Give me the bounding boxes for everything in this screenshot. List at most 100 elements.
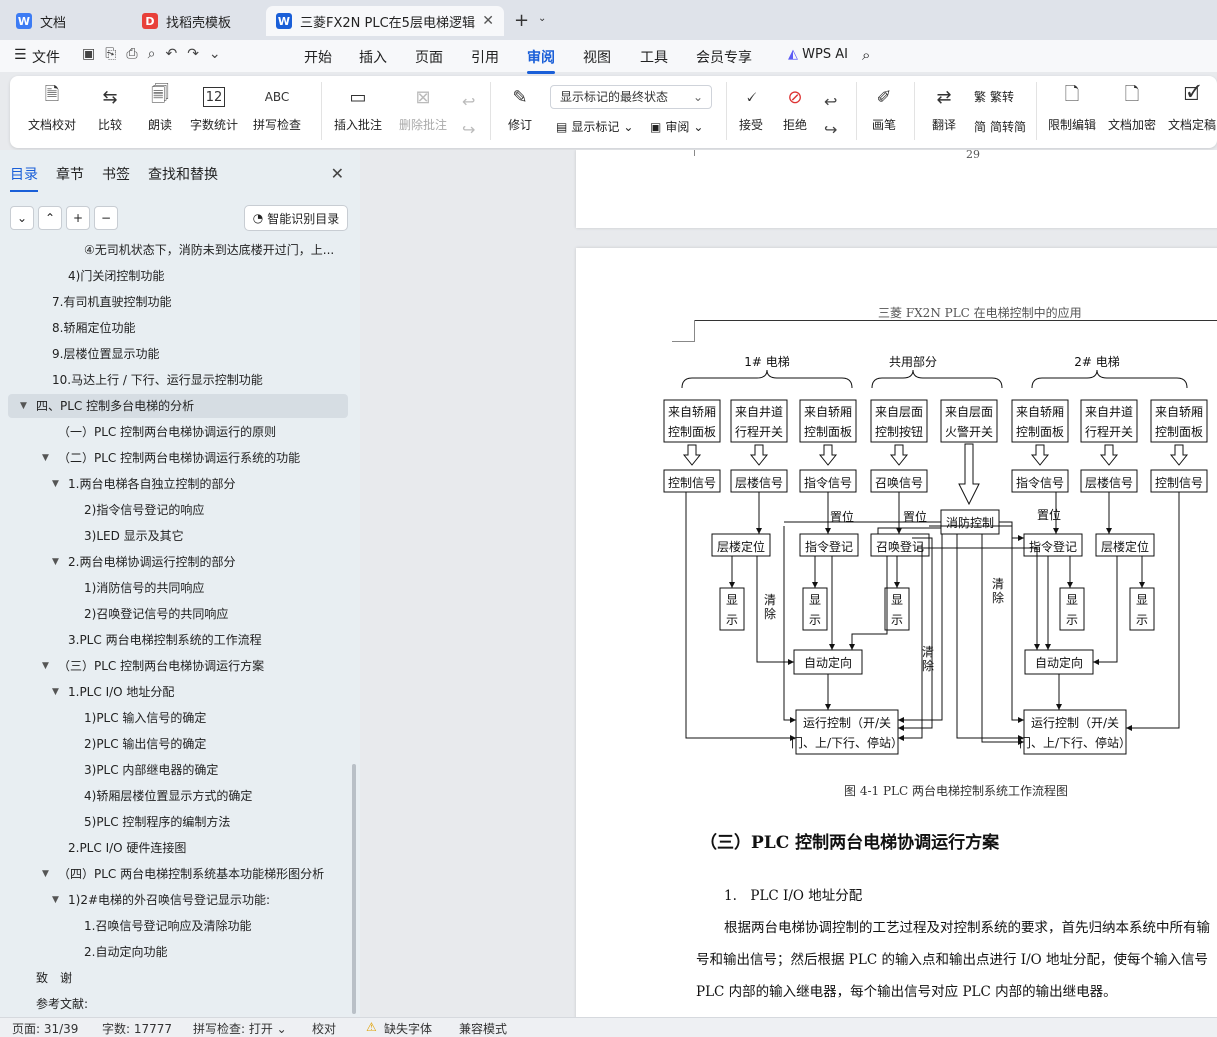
toc-item[interactable]: 10.马达上行 / 下行、运行显示控制功能 xyxy=(0,368,348,392)
menu-view[interactable]: 视图 xyxy=(583,47,611,67)
display-label: 显 xyxy=(891,593,903,607)
simp-convert-button[interactable]: 简简转简 xyxy=(974,118,1026,135)
toc-item[interactable]: 2.自动定向功能 xyxy=(0,940,348,964)
expand-triangle-icon[interactable]: ▼ xyxy=(52,550,59,574)
menu-page[interactable]: 页面 xyxy=(415,47,443,67)
wps-ai-button[interactable]: ◭ WPS AI xyxy=(788,47,848,62)
trad-convert-button[interactable]: 繁繁转 xyxy=(974,88,1014,105)
compat-mode-status[interactable]: 兼容模式 xyxy=(459,1020,507,1037)
word-count-button[interactable]: 12 字数统计 xyxy=(186,84,242,142)
new-tab-icon[interactable]: + xyxy=(514,10,529,31)
toc-item[interactable]: 1)PLC 输入信号的确定 xyxy=(0,706,348,730)
accept-button[interactable]: 🗸 接受 xyxy=(732,84,770,142)
insert-comment-button[interactable]: ▭ 插入批注 xyxy=(330,84,386,142)
toc-item[interactable]: 2)指令信号登记的响应 xyxy=(0,498,348,522)
spell-check-status[interactable]: 拼写检查: 打开 ⌄ xyxy=(193,1020,287,1037)
toc-item[interactable]: （一）PLC 控制两台电梯协调运行的原则 xyxy=(0,420,348,444)
toc-item[interactable]: 3.PLC 两台电梯控制系统的工作流程 xyxy=(0,628,348,652)
expand-triangle-icon[interactable]: ▼ xyxy=(42,446,49,470)
restrict-edit-button[interactable]: 🗋 限制编辑 xyxy=(1044,84,1100,142)
finalize-button[interactable]: 🗹 文档定稿 xyxy=(1164,84,1217,142)
toc-item[interactable]: 9.层楼位置显示功能 xyxy=(0,342,348,366)
toc-item[interactable]: 2.PLC I/O 硬件连接图 xyxy=(0,836,348,860)
expand-triangle-icon[interactable]: ▼ xyxy=(20,394,27,418)
word-count[interactable]: 字数: 17777 xyxy=(102,1020,172,1037)
toc-item[interactable]: 致 谢 xyxy=(0,966,348,990)
read-aloud-button[interactable]: 🗐 朗读 xyxy=(138,84,182,142)
delete-comment-button[interactable]: ⊠ 删除批注 xyxy=(392,84,454,142)
toc-item[interactable]: ▼ （二）PLC 控制两台电梯协调运行系统的功能 xyxy=(0,446,348,470)
toc-item[interactable]: ▼ 1.PLC I/O 地址分配 xyxy=(0,680,348,704)
quick-access-icons[interactable]: ▣⎘⎙⌕↶↷⌄ xyxy=(82,46,231,62)
missing-font-status[interactable]: 缺失字体 xyxy=(384,1020,432,1037)
comment-nav-icons[interactable]: ↩ ↪ xyxy=(462,88,475,144)
toc-item[interactable]: 2)召唤登记信号的共同响应 xyxy=(0,602,348,626)
tab-bookmarks[interactable]: 书签 xyxy=(102,164,130,192)
proofread-status[interactable]: 校对 xyxy=(312,1020,336,1037)
menu-insert[interactable]: 插入 xyxy=(359,47,387,67)
revision-nav-icons[interactable]: ↩ ↪ xyxy=(824,88,837,144)
toc-item[interactable]: ▼ 1.两台电梯各自独立控制的部分 xyxy=(0,472,348,496)
collapse-up-button[interactable]: ⌃ xyxy=(38,206,62,230)
toc-item[interactable]: 3)LED 显示及其它 xyxy=(0,524,348,548)
tab-find-replace[interactable]: 查找和替换 xyxy=(148,164,218,192)
markup-state-select[interactable]: 显示标记的最终状态 ⌄ xyxy=(550,85,712,109)
track-changes-button[interactable]: ✎ 修订 xyxy=(498,84,542,142)
tab-docs[interactable]: W 文档 xyxy=(6,6,124,36)
toc-item[interactable]: ▼ （四）PLC 两台电梯控制系统基本功能梯形图分析 xyxy=(0,862,348,886)
tab-document[interactable]: W 三菱FX2N PLC在5层电梯逻辑 ✕ xyxy=(266,6,504,36)
toc-item[interactable]: ▼ 四、PLC 控制多台电梯的分析 xyxy=(8,394,348,418)
document-canvas[interactable]: 29 三菱 FX2N PLC 在电梯控制中的应用 1# 电梯 共用部分 2# 电梯来… xyxy=(360,150,1217,1017)
arrow-head xyxy=(1093,659,1099,665)
toc-item[interactable]: 3)PLC 内部继电器的确定 xyxy=(0,758,348,782)
search-icon[interactable]: ⌕ xyxy=(862,46,870,64)
toc-item[interactable]: ▼ （三）PLC 控制两台电梯协调运行方案 xyxy=(0,654,348,678)
menu-review[interactable]: 审阅 xyxy=(527,47,555,74)
expand-triangle-icon[interactable]: ▼ xyxy=(42,654,49,678)
toc-item[interactable]: 4)门关闭控制功能 xyxy=(0,264,348,288)
menu-reference[interactable]: 引用 xyxy=(471,47,499,67)
review-pane-button[interactable]: ▣ 审阅 ⌄ xyxy=(650,118,703,135)
menu-member[interactable]: 会员专享 xyxy=(696,47,752,67)
compare-button[interactable]: ⇆ 比较 xyxy=(88,84,132,142)
menu-start[interactable]: 开始 xyxy=(304,47,332,67)
add-heading-button[interactable]: + xyxy=(66,206,90,230)
toc-item[interactable]: 4)轿厢层楼位置显示方式的确定 xyxy=(0,784,348,808)
toc-item[interactable]: 7.有司机直驶控制功能 xyxy=(0,290,348,314)
tab-template[interactable]: D 找稻壳模板 xyxy=(132,6,260,36)
translate-button[interactable]: ⇄ 翻译 xyxy=(922,84,966,142)
toc-item[interactable]: 2)PLC 输出信号的确定 xyxy=(0,732,348,756)
proofread-button[interactable]: 🗎 文档校对 xyxy=(24,84,80,142)
chevron-down-icon[interactable]: ⌄ xyxy=(538,13,546,24)
spell-check-button[interactable]: ABC 拼写检查 xyxy=(246,84,308,142)
toc-item[interactable]: ▼ 2.两台电梯协调运行控制的部分 xyxy=(0,550,348,574)
tab-toc[interactable]: 目录 xyxy=(10,164,38,192)
toc-item[interactable]: 8.轿厢定位功能 xyxy=(0,316,348,340)
toc-scrollbar[interactable] xyxy=(352,764,356,1014)
close-tab-icon[interactable]: ✕ xyxy=(482,13,494,29)
close-icon[interactable]: ✕ xyxy=(331,164,344,183)
page-indicator[interactable]: 页面: 31/39 xyxy=(12,1020,78,1037)
toc-item[interactable]: ▼ 1)2#电梯的外召唤信号登记显示功能: xyxy=(0,888,348,912)
smart-toc-button[interactable]: ◔ 智能识别目录 xyxy=(244,205,348,231)
hamburger-icon[interactable]: ☰ xyxy=(14,47,27,63)
reject-button[interactable]: ⊘ 拒绝 xyxy=(776,84,814,142)
tab-chapters[interactable]: 章节 xyxy=(56,164,84,192)
pen-button[interactable]: ✐ 画笔 xyxy=(866,84,902,142)
toc-item[interactable]: 5)PLC 控制程序的编制方法 xyxy=(0,810,348,834)
toc-item[interactable]: 参考文献: xyxy=(0,992,348,1016)
collapse-down-button[interactable]: ⌄ xyxy=(10,206,34,230)
menu-tools[interactable]: 工具 xyxy=(640,47,668,67)
expand-triangle-icon[interactable]: ▼ xyxy=(52,472,59,496)
menu-file[interactable]: 文件 xyxy=(32,47,60,67)
arrow-head xyxy=(849,644,855,650)
expand-triangle-icon[interactable]: ▼ xyxy=(42,862,49,886)
toc-item[interactable]: 1)消防信号的共同响应 xyxy=(0,576,348,600)
expand-triangle-icon[interactable]: ▼ xyxy=(52,680,59,704)
toc-item[interactable]: ④无司机状态下，消防未到达底楼开过门，上... xyxy=(0,238,348,262)
encrypt-button[interactable]: 🗋 文档加密 xyxy=(1104,84,1160,142)
toc-item[interactable]: 1.召唤信号登记响应及清除功能 xyxy=(0,914,348,938)
expand-triangle-icon[interactable]: ▼ xyxy=(52,888,59,912)
show-markup-button[interactable]: ▤ 显示标记 ⌄ xyxy=(556,118,633,135)
remove-heading-button[interactable]: − xyxy=(94,206,118,230)
